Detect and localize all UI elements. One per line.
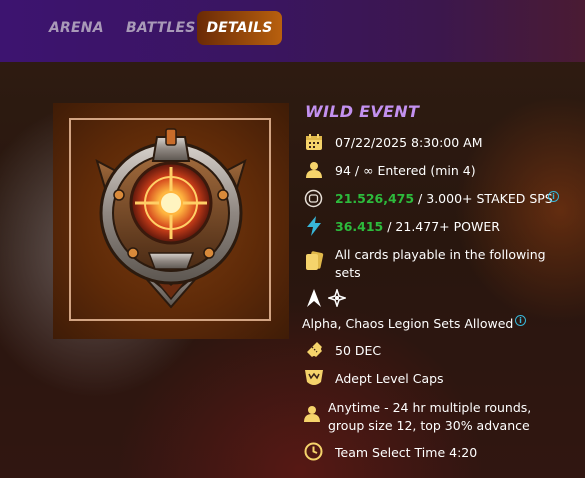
cards-playable-line-2: sets [335,265,361,280]
power: 36.415 / 21.477+ POWER [335,218,500,235]
staked-sps-requirement: / 3.000+ STAKED SPS [414,191,553,206]
format-line-2: group size 12, top 30% advance [328,418,530,433]
ticket-icon [307,342,322,357]
clock-icon [304,442,323,461]
calendar-icon [306,134,322,150]
entered-count: 94 / ∞ Entered (min 4) [335,163,476,178]
chaos-legion-set-icon [328,289,346,307]
info-icon[interactable]: i [515,315,526,326]
event-datetime: 07/22/2025 8:30:00 AM [335,135,483,150]
alpha-set-icon [307,289,321,307]
team-select-time: Team Select Time 4:20 [335,445,478,460]
cards-icon [306,251,324,270]
event-title: WILD EVENT [305,102,420,121]
entry-fee: 50 DEC [335,343,382,358]
sps-token-icon [304,189,323,208]
event-badge-panel [53,103,289,339]
top-nav-bar: ARENA BATTLES DETAILS [0,0,585,62]
person-icon [304,406,320,422]
info-icon[interactable]: i [548,191,559,202]
tab-details[interactable]: DETAILS [197,11,282,45]
sets-allowed: Alpha, Chaos Legion Sets Allowed [302,316,514,331]
person-icon [306,162,322,178]
staked-sps: 21.526,475 / 3.000+ STAKED SPS [335,190,553,207]
tab-battles[interactable]: BATTLES [126,11,196,45]
tab-arena[interactable]: ARENA [49,11,104,45]
format-line-1: Anytime - 24 hr multiple rounds, [328,400,532,415]
cards-playable-line-1: All cards playable in the following [335,247,546,262]
staked-sps-value: 21.526,475 [335,191,415,206]
level-cap-icon [305,370,323,385]
power-requirement: / 21.477+ POWER [383,219,500,234]
level-caps: Adept Level Caps [335,371,444,386]
badge-frame [69,118,271,321]
power-value: 36.415 [335,219,384,234]
lightning-icon [307,216,321,236]
